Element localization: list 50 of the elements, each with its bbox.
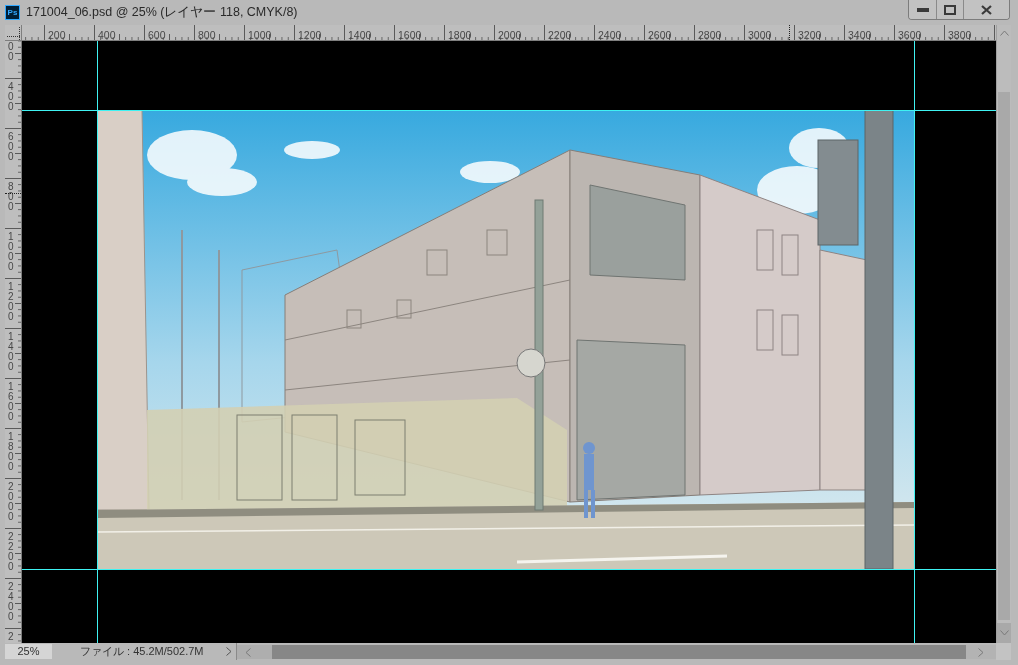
ruler-label: 2400	[8, 582, 14, 622]
maximize-icon	[944, 4, 956, 15]
cursor-position-marker	[5, 193, 21, 194]
ruler-label: 3400	[848, 29, 872, 40]
window-title: 171004_06.psd @ 25% (レイヤー 118, CMYK/8)	[26, 4, 298, 20]
zoom-field[interactable]: 25%	[5, 644, 52, 659]
ruler-label: 400	[8, 82, 14, 112]
ruler-label: 3200	[798, 29, 822, 40]
ruler-label: 400	[98, 29, 116, 40]
ruler-label: 200	[48, 29, 66, 40]
ruler-label: 1800	[448, 29, 472, 40]
ruler-label: 1400	[348, 29, 372, 40]
ruler-label: 3000	[748, 29, 772, 40]
ruler-origin-icon[interactable]	[7, 27, 21, 40]
ruler-label: 2	[8, 632, 14, 642]
ruler-label: 2400	[598, 29, 622, 40]
close-icon	[981, 4, 992, 15]
chevron-up-icon	[999, 30, 1009, 36]
chevron-right-icon	[978, 647, 984, 657]
ruler-label: 1000	[248, 29, 272, 40]
ruler-label: 3600	[898, 29, 922, 40]
ruler-label: 2200	[8, 532, 14, 572]
ruler-label: 2200	[548, 29, 572, 40]
ruler-label: 1200	[8, 282, 14, 322]
ruler-label: 600	[148, 29, 166, 40]
ruler-label: 1200	[298, 29, 322, 40]
ruler-label: 1600	[8, 382, 14, 422]
ruler-label: 2000	[8, 482, 14, 522]
ruler-label: 600	[8, 132, 14, 162]
scrollbar-thumb[interactable]	[998, 92, 1010, 620]
chevron-down-icon	[999, 630, 1009, 636]
chevron-right-icon	[226, 647, 232, 656]
ruler-label: 3800	[948, 29, 972, 40]
close-button[interactable]	[963, 0, 1009, 19]
ruler-label: 1000	[8, 232, 14, 272]
chevron-left-icon	[245, 647, 251, 657]
ruler-label: 2000	[498, 29, 522, 40]
ruler-label: 1800	[8, 432, 14, 472]
ruler-label: 2600	[648, 29, 672, 40]
minimize-icon	[916, 7, 929, 12]
app-logo: Ps	[5, 5, 20, 20]
file-info-text: ファイル : 45.2M/502.7M	[80, 644, 204, 659]
cursor-position-marker	[789, 25, 790, 40]
scroll-right-button[interactable]	[966, 645, 996, 659]
ruler-label: 800	[198, 29, 216, 40]
ruler-label: 1600	[398, 29, 422, 40]
ruler-label: 1400	[8, 332, 14, 372]
ruler-label: 2800	[698, 29, 722, 40]
ruler-label: 00	[8, 42, 14, 62]
scroll-down-button[interactable]	[997, 623, 1011, 643]
